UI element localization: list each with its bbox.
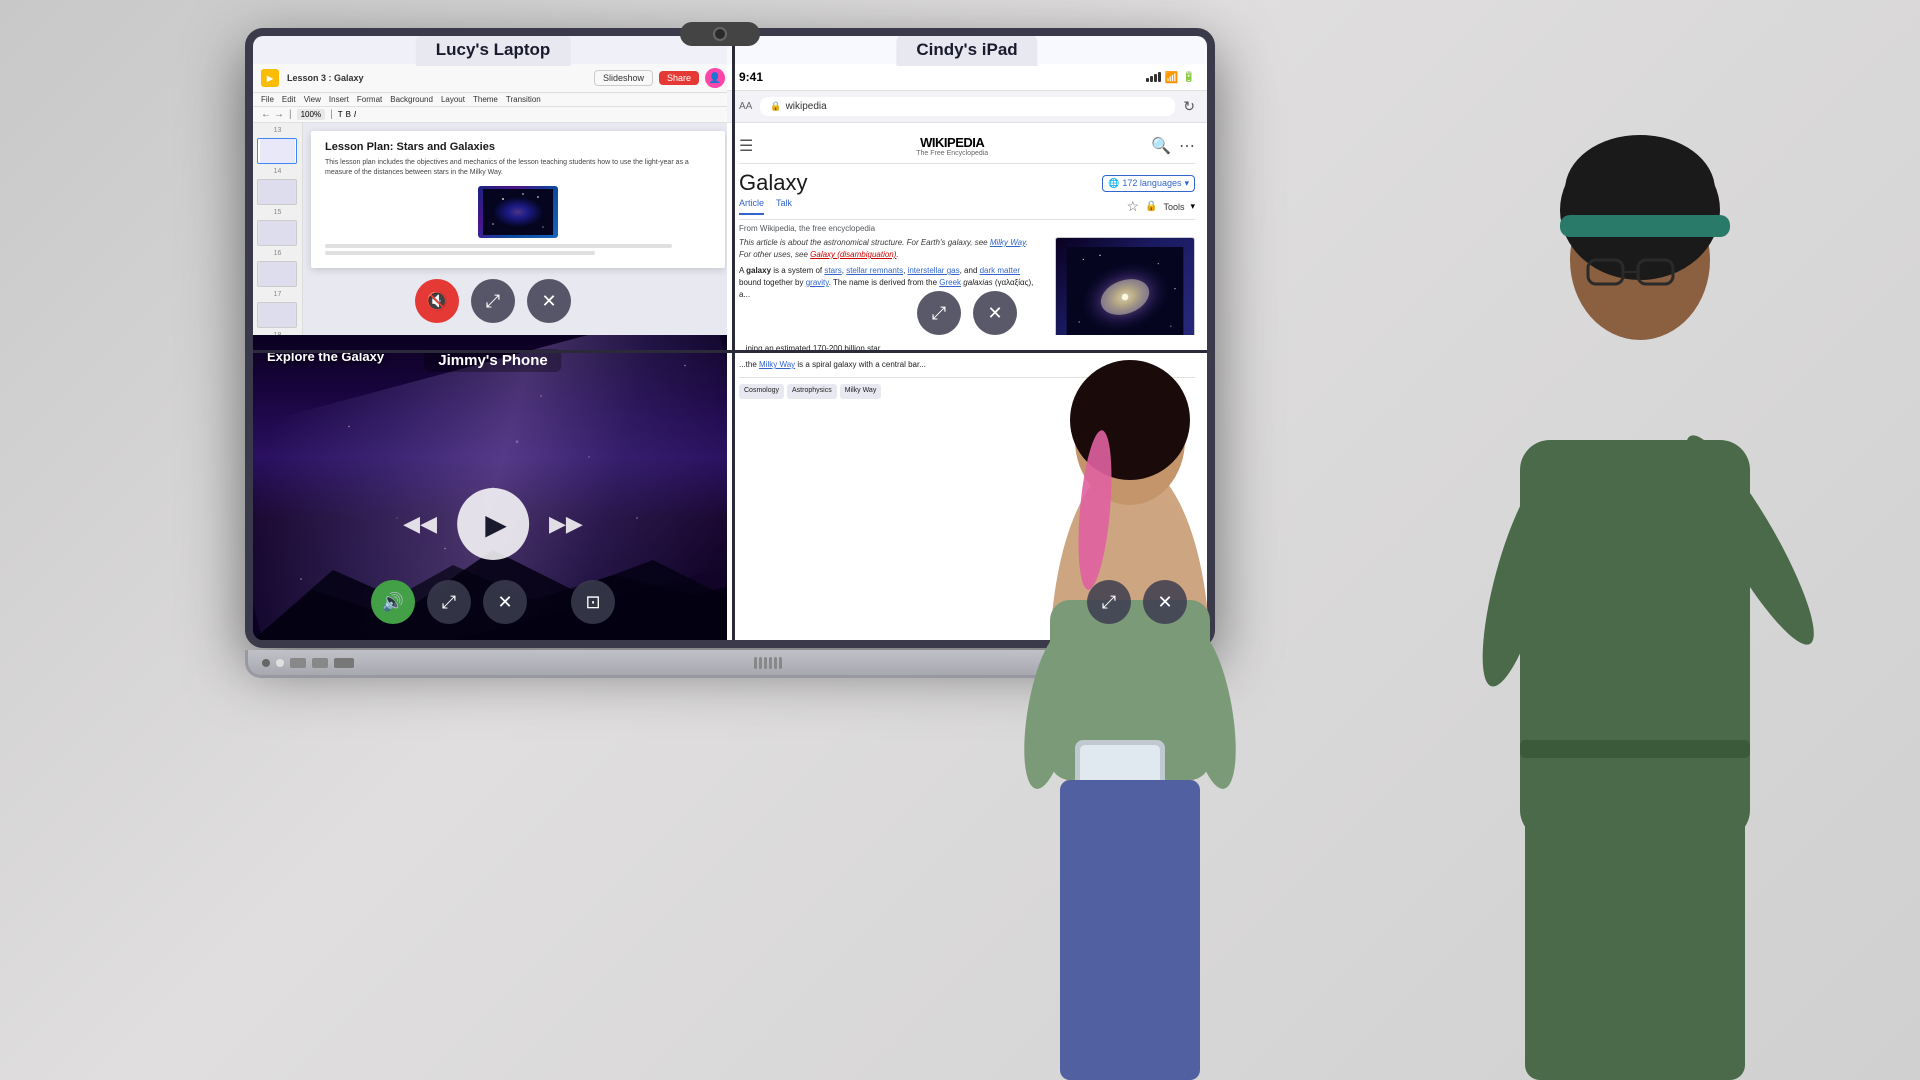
- reload-icon[interactable]: ↻: [1183, 98, 1195, 115]
- menu-file[interactable]: File: [261, 95, 274, 104]
- wiki-tagline: The Free Encyclopedia: [761, 150, 1143, 157]
- signal-icon: [1146, 72, 1161, 82]
- stand-icon: [1182, 657, 1198, 669]
- slides-menu: File Edit View Insert Format Background …: [253, 93, 733, 107]
- stand-hdmi-port: [334, 658, 354, 668]
- webcam-lens: [713, 27, 727, 41]
- close-button-cindy-lower[interactable]: ✕: [1143, 580, 1187, 624]
- slides-app-icon: ▶: [261, 69, 279, 87]
- menu-format[interactable]: Format: [357, 95, 382, 104]
- menu-layout[interactable]: Layout: [441, 95, 465, 104]
- wiki-galaxy-image: [1055, 237, 1195, 351]
- lock-icon: 🔒: [1145, 201, 1157, 212]
- quadrant-cindy-lower: ...ining an estimated 170-200 billion st…: [727, 335, 1207, 640]
- galaxy-spiral-svg: [1065, 247, 1185, 347]
- lucy-action-buttons: 🔇 ⤢ ✕: [415, 279, 571, 323]
- wiki-article-title: Galaxy 🌐 172 languages ▾: [739, 170, 1195, 196]
- wiki-header: ☰ WIKIPEDIA The Free Encyclopedia 🔍 ⋯: [739, 131, 1195, 164]
- slides-file-title: Lesson 3 : Galaxy: [287, 73, 364, 83]
- more-icon[interactable]: ⋯: [1179, 136, 1195, 156]
- ipad-status-bar: 9:41 📶 🔋: [727, 64, 1207, 91]
- slides-toolbar: ▶ Lesson 3 : Galaxy Slideshow Share 👤: [253, 64, 733, 93]
- slide-galaxy-image: [478, 186, 558, 238]
- languages-badge[interactable]: 🌐 172 languages ▾: [1102, 175, 1195, 192]
- close-button-jimmy[interactable]: ✕: [483, 580, 527, 624]
- ipad-time: 9:41: [739, 70, 763, 84]
- wiki-tabs: Article Talk ☆ 🔒 Tools ▾: [739, 198, 1195, 220]
- slide-page: Lesson Plan: Stars and Galaxies This les…: [311, 131, 725, 268]
- galaxy-svg: [483, 189, 553, 235]
- tools-button[interactable]: Tools: [1163, 202, 1184, 212]
- star-icon[interactable]: ☆: [1126, 198, 1139, 215]
- video-controls: ◀◀ ▶ ▶▶: [403, 488, 583, 560]
- quadrant-lucy-laptop: Lucy's Laptop ▶ Lesson 3 : Galaxy Slides…: [253, 36, 733, 351]
- slide-lines: [325, 244, 711, 255]
- slide-title: Lesson Plan: Stars and Galaxies: [325, 141, 711, 153]
- cindy-lower-action-buttons: ⤢ ✕: [1087, 580, 1187, 624]
- menu-edit[interactable]: Edit: [282, 95, 296, 104]
- text-size-icon[interactable]: AA: [739, 101, 752, 112]
- slideshow-button[interactable]: Slideshow: [594, 70, 653, 86]
- slide-thumb-2[interactable]: [257, 179, 297, 205]
- share-button[interactable]: Share: [659, 71, 699, 85]
- wiki-logo: WIKIPEDIA: [761, 135, 1143, 150]
- slides-toolbar-2: ← → | 100% | T B I: [253, 107, 733, 123]
- forward-button[interactable]: ▶▶: [549, 511, 583, 537]
- display-board: Lucy's Laptop ▶ Lesson 3 : Galaxy Slides…: [245, 28, 1215, 648]
- menu-view[interactable]: View: [304, 95, 321, 104]
- wiki-image-container: NGC 4414, a spiral galaxy in the constel…: [1055, 237, 1195, 351]
- webcam: [680, 22, 760, 46]
- slide-thumb-4[interactable]: [257, 261, 297, 287]
- vertical-divider: [732, 36, 735, 640]
- stand-icon-right: [1182, 657, 1198, 669]
- slide-subtitle: This lesson plan includes the objectives…: [325, 158, 711, 178]
- slide-thumb-3[interactable]: [257, 220, 297, 246]
- tools-chevron[interactable]: ▾: [1190, 201, 1195, 212]
- resize-button-lucy[interactable]: ⤢: [471, 279, 515, 323]
- tab-talk[interactable]: Talk: [776, 198, 792, 215]
- slide-thumb-5[interactable]: [257, 302, 297, 328]
- close-button-lucy[interactable]: ✕: [527, 279, 571, 323]
- hamburger-icon[interactable]: ☰: [739, 136, 753, 156]
- rewind-button[interactable]: ◀◀: [403, 511, 437, 537]
- url-field[interactable]: 🔒 wikipedia: [760, 97, 1175, 116]
- wifi-icon: 📶: [1165, 71, 1179, 84]
- slide-thumb-1[interactable]: [257, 138, 297, 164]
- stand-usb-port: [290, 658, 306, 668]
- wiki-note: This article is about the astronomical s…: [739, 237, 1039, 261]
- display-stand: [245, 650, 1215, 678]
- resize-button-cindy[interactable]: ⤢: [917, 291, 961, 335]
- stand-speaker: [754, 657, 782, 669]
- slides-sidebar: 13 14 15 16 17: [253, 123, 303, 348]
- menu-theme[interactable]: Theme: [473, 95, 498, 104]
- screen-button-jimmy[interactable]: ⊡: [571, 580, 615, 624]
- search-icon[interactable]: 🔍: [1151, 136, 1171, 156]
- cindy-tab: Cindy's iPad: [896, 36, 1037, 66]
- resize-button-jimmy[interactable]: ⤢: [427, 580, 471, 624]
- cindy-action-buttons: ⤢ ✕: [917, 291, 1017, 335]
- unmute-button-jimmy[interactable]: 🔊: [371, 580, 415, 624]
- stand-led-1: [262, 659, 270, 667]
- lucy-tab: Lucy's Laptop: [416, 36, 571, 66]
- quadrant-jimmy-phone: Explore the Galaxy Jimmy's Phone ◀◀ ▶ ▶▶…: [253, 335, 733, 640]
- stand-led-2: [276, 659, 284, 667]
- menu-background[interactable]: Background: [390, 95, 433, 104]
- user-avatar: 👤: [705, 68, 725, 88]
- close-button-cindy[interactable]: ✕: [973, 291, 1017, 335]
- quadrant-cindy-ipad: Cindy's iPad 9:41 📶 🔋 AA: [727, 36, 1207, 351]
- horizontal-divider: [253, 350, 1207, 353]
- status-icons: 📶 🔋: [1146, 71, 1195, 84]
- menu-transition[interactable]: Transition: [506, 95, 541, 104]
- tab-article[interactable]: Article: [739, 198, 764, 215]
- wiki-from-line: From Wikipedia, the free encyclopedia: [739, 224, 1195, 233]
- stand-usb-port-2: [312, 658, 328, 668]
- menu-insert[interactable]: Insert: [329, 95, 349, 104]
- resize-button-cindy-lower[interactable]: ⤢: [1087, 580, 1131, 624]
- battery-icon: 🔋: [1183, 72, 1195, 83]
- play-button[interactable]: ▶: [457, 488, 529, 560]
- jimmy-action-buttons: 🔊 ⤢ ✕ ⊡: [371, 580, 615, 624]
- mute-button-lucy[interactable]: 🔇: [415, 279, 459, 323]
- ipad-url-bar: AA 🔒 wikipedia ↻: [727, 91, 1207, 123]
